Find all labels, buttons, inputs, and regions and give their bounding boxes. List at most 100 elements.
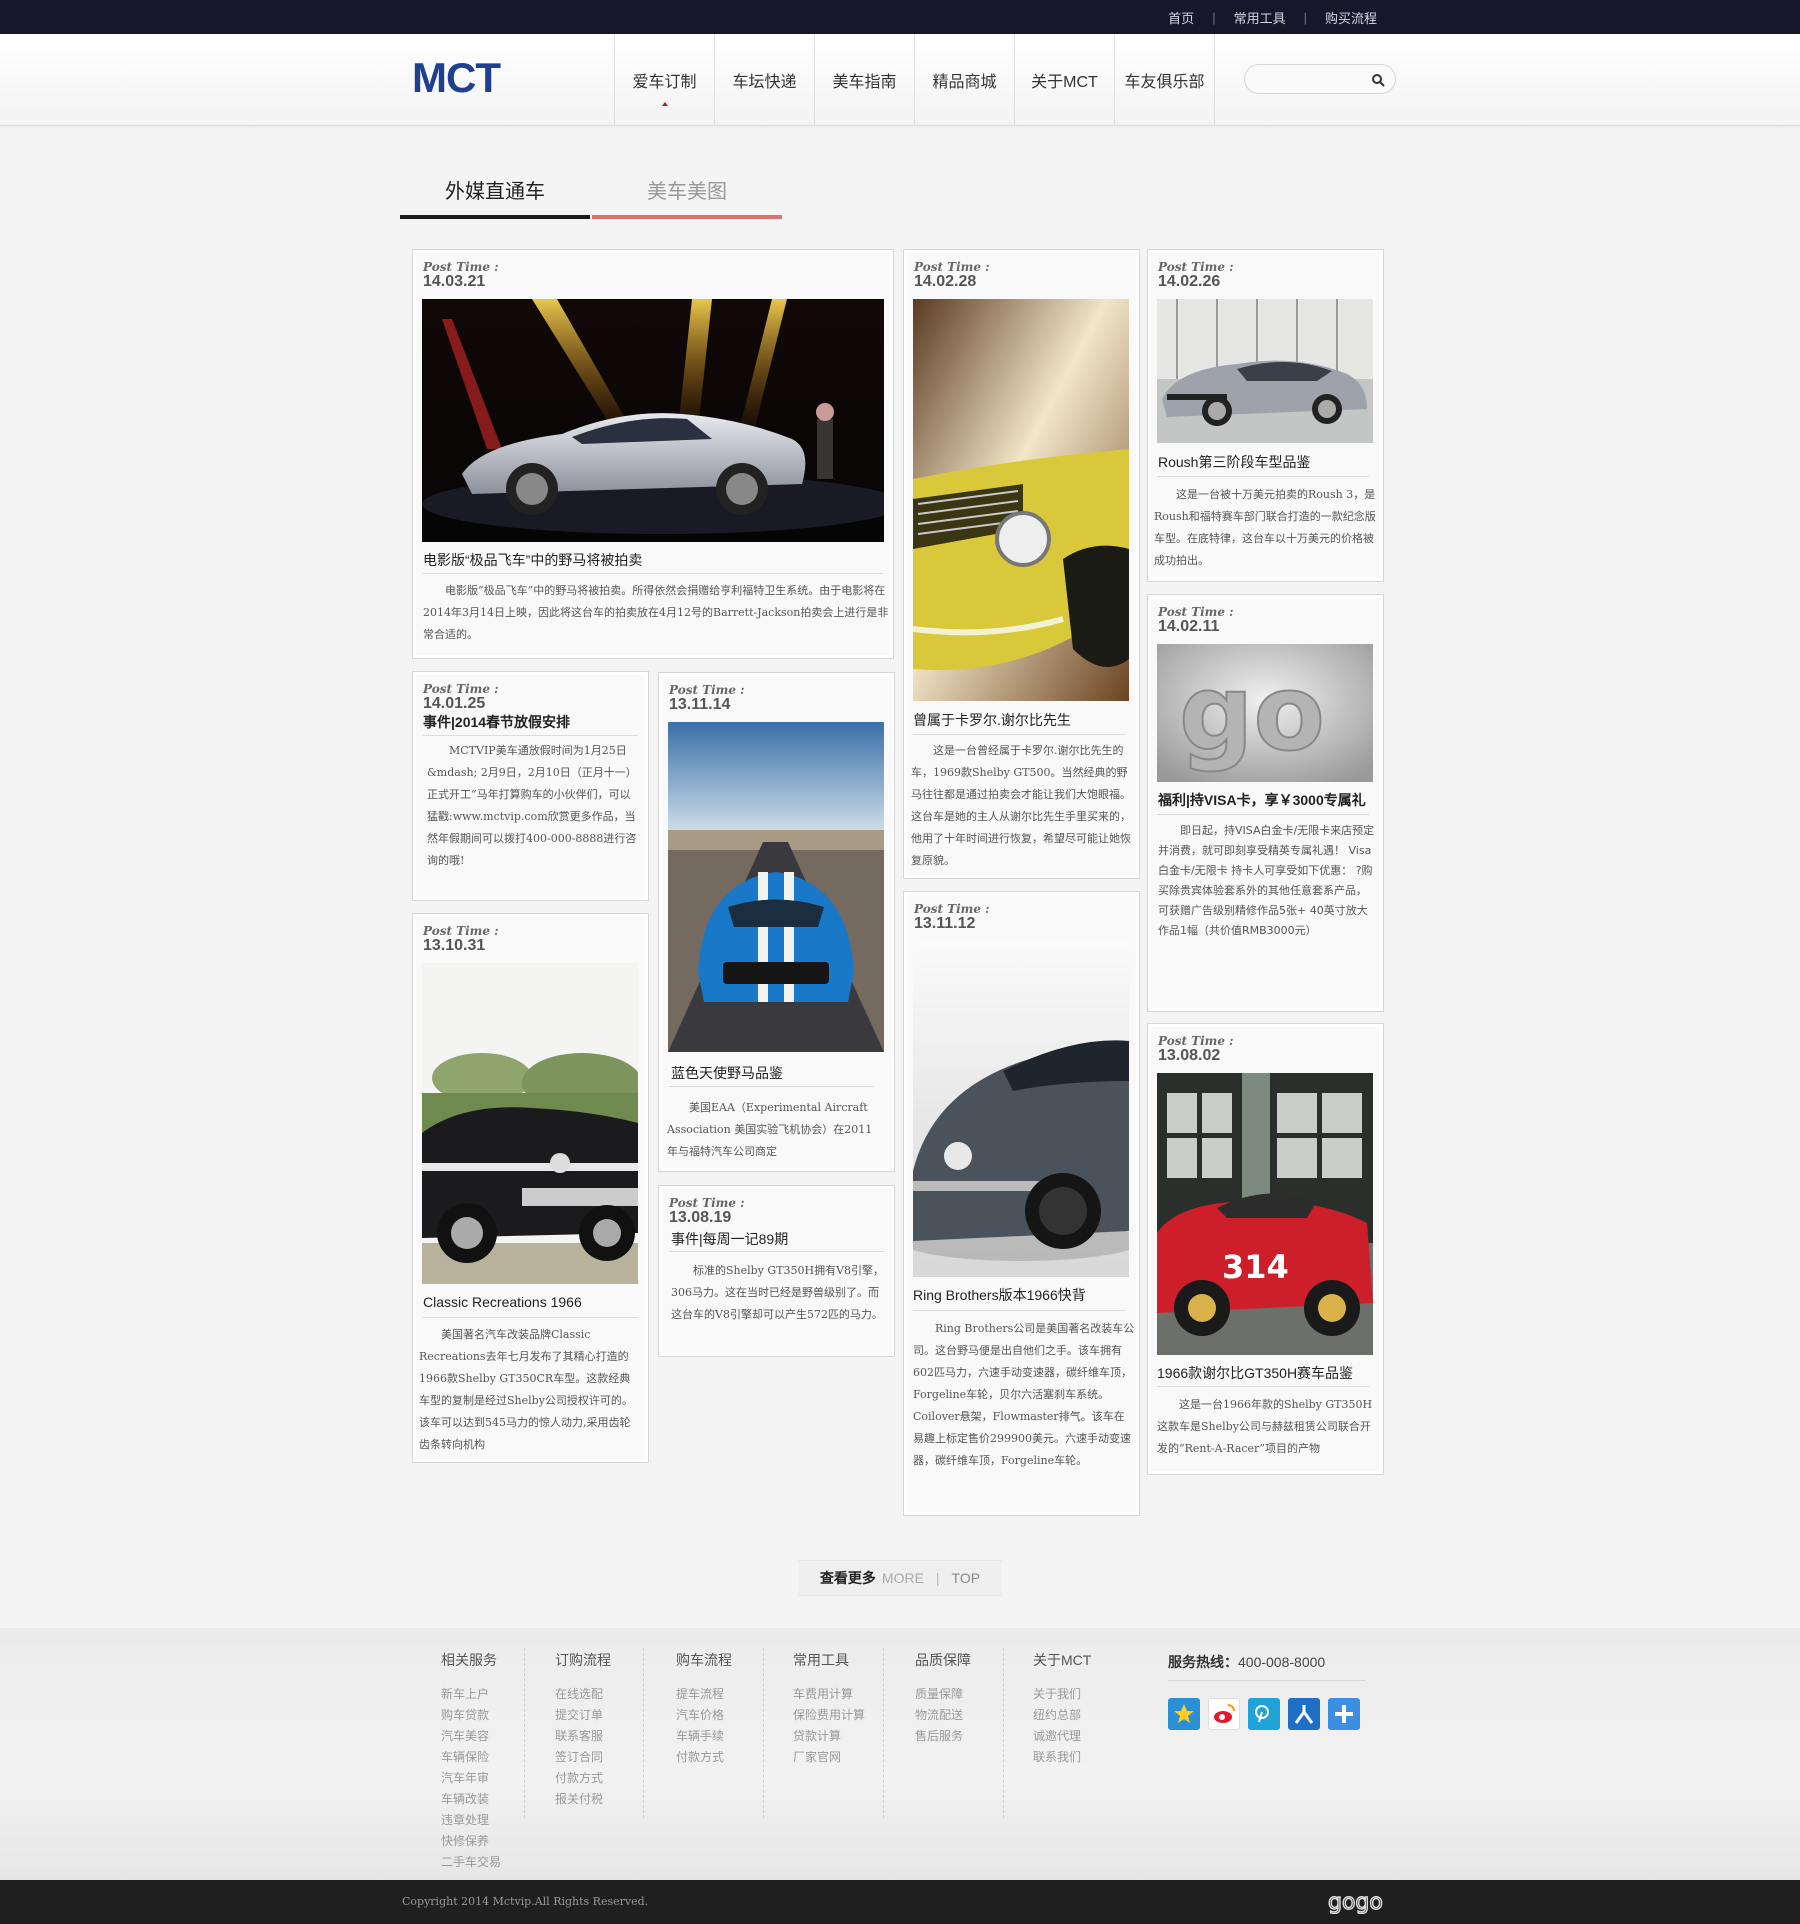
post-card[interactable]: Post Time : 13.10.31 Classic Recreations… [412,913,649,1463]
qzone-icon[interactable] [1168,1698,1200,1730]
footer-link[interactable]: 提车流程 [676,1684,732,1705]
share-plus-icon[interactable] [1328,1698,1360,1730]
post-image[interactable]: go [1157,644,1373,782]
post-time-label: Post Time : [423,924,499,938]
divider [423,1317,638,1318]
post-time-label: Post Time : [669,1196,745,1210]
post-title[interactable]: 1966款谢尔比GT350H赛车品鉴 [1157,1363,1353,1383]
footer-link[interactable]: 汽车价格 [676,1705,732,1726]
divider [1168,1680,1366,1681]
footer-link[interactable]: 付款方式 [555,1768,611,1789]
post-title[interactable]: 事件|每周一记89期 [671,1229,788,1249]
post-card[interactable]: Post Time : 13.11.14 蓝色天使野马品鉴 美国EAA（Expe… [658,672,895,1172]
footer-link[interactable]: 新车上户 [441,1684,501,1705]
divider [423,573,883,574]
footer-link[interactable]: 联系我们 [1033,1747,1091,1768]
divider [1157,1386,1369,1387]
footer-link[interactable]: 物流配送 [915,1705,971,1726]
footer-link[interactable]: 关于我们 [1033,1684,1091,1705]
post-date: 14.02.28 [914,273,977,290]
footer-link[interactable]: 快修保养 [441,1831,501,1852]
back-to-top-button[interactable]: TOP [952,1570,981,1586]
search-icon[interactable] [1371,73,1385,87]
nav-item-club[interactable]: 车友俱乐部 [1115,34,1215,126]
post-title[interactable]: Roush第三阶段车型品鉴 [1158,452,1310,472]
footer-link[interactable]: 纽约总部 [1033,1705,1091,1726]
post-title[interactable]: 蓝色天使野马品鉴 [671,1063,783,1083]
footer-col-heading: 品质保障 [915,1652,971,1668]
post-title[interactable]: Classic Recreations 1966 [423,1294,582,1310]
renren-icon[interactable] [1288,1698,1320,1730]
footer-link[interactable]: 二手车交易 [441,1852,501,1873]
post-image[interactable] [422,963,638,1284]
footer-link[interactable]: 保险费用计算 [793,1705,865,1726]
post-image[interactable] [913,299,1129,701]
tab-foreign-media[interactable]: 外媒直通车 [400,165,590,219]
nav-item-about[interactable]: 关于MCT [1015,34,1115,126]
site-logo[interactable]: MCT [412,54,501,102]
post-image[interactable] [422,299,884,542]
service-hotline: 服务热线：400-008-8000 [1168,1652,1368,1672]
post-image[interactable] [1157,299,1373,443]
post-description: 电影版“极品飞车”中的野马将被拍卖。所得依然会捐赠给亨利福特卫生系统。由于电影将… [423,584,889,641]
footer-link[interactable]: 车辆保险 [441,1747,501,1768]
post-card[interactable]: Post Time : 14.01.25 事件|2014春节放假安排 MCTVI… [412,671,649,901]
post-image[interactable]: 314 [1157,1073,1373,1355]
post-card[interactable]: Post Time : 14.02.28 曾属于卡罗尔.谢尔比先生 这是一台曾经… [903,249,1140,879]
weibo-icon[interactable] [1208,1698,1240,1730]
footer-link[interactable]: 厂家官网 [793,1747,865,1768]
load-more-button[interactable]: 查看更多 [820,1568,876,1588]
search-input[interactable] [1257,70,1367,88]
post-image[interactable] [913,941,1129,1277]
load-more-en[interactable]: MORE [882,1570,924,1586]
top-link-tools[interactable]: 常用工具 [1216,8,1304,27]
footer-col-heading: 关于MCT [1033,1652,1092,1668]
post-title[interactable]: Ring Brothers版本1966快背 [913,1285,1086,1305]
footer-link[interactable]: 车辆改装 [441,1789,501,1810]
footer-link[interactable]: 汽车年审 [441,1768,501,1789]
footer-link[interactable]: 车费用计算 [793,1684,865,1705]
footer-link[interactable]: 付款方式 [676,1747,732,1768]
tab-car-gallery[interactable]: 美车美图 [592,165,782,219]
post-title[interactable]: 事件|2014春节放假安排 [423,712,570,732]
top-link-purchase[interactable]: 购买流程 [1307,8,1395,27]
copyright: Copyright 2014 Mctvip.All Rights Reserve… [402,1895,649,1908]
post-title[interactable]: 曾属于卡罗尔.谢尔比先生 [913,710,1071,730]
footer-link[interactable]: 联系客服 [555,1726,611,1747]
nav-item-mall[interactable]: 精品商城 [915,34,1015,126]
footer-link[interactable]: 违章处理 [441,1810,501,1831]
post-title[interactable]: 福利|持VISA卡，享￥3000专属礼 [1158,790,1366,810]
nav-item-guide[interactable]: 美车指南 [815,34,915,126]
footer-link[interactable]: 贷款计算 [793,1726,865,1747]
post-card[interactable]: Post Time : 14.02.26 Roush第三阶段车型品鉴 这是一台被… [1147,249,1384,582]
footer-link[interactable]: 诚邀代理 [1033,1726,1091,1747]
post-card[interactable]: Post Time : 14.03.21 电影版“极品飞车”中的野马将被拍卖 电… [412,249,894,659]
post-card[interactable]: Post Time : 13.11.12 Ring Brothers版本1966… [903,891,1140,1516]
footer-link[interactable]: 在线选配 [555,1684,611,1705]
post-date: 14.02.26 [1158,273,1221,290]
post-time-label: Post Time : [1158,605,1234,619]
nav-item-custom[interactable]: 爱车订制 [615,34,715,126]
post-card[interactable]: Post Time : 14.02.11 go 福利|持VISA卡，享￥3000… [1147,594,1384,1012]
post-description: MCTVIP美车通放假时间为1月25日&mdash; 2月9日，2月10日（正月… [427,744,637,867]
footer-link[interactable]: 车辆手续 [676,1726,732,1747]
tencent-weibo-icon[interactable] [1248,1698,1280,1730]
post-title[interactable]: 电影版“极品飞车”中的野马将被拍卖 [423,550,642,570]
footer-link[interactable]: 报关付税 [555,1789,611,1810]
footer-divider [883,1648,884,1818]
hotline-number[interactable]: 400-008-8000 [1238,1654,1325,1670]
bottom-bar: Copyright 2014 Mctvip.All Rights Reserve… [0,1880,1800,1924]
footer-link[interactable]: 汽车美容 [441,1726,501,1747]
post-card[interactable]: Post Time : 13.08.02 314 1966款谢尔比GT350H赛… [1147,1023,1384,1475]
footer-divider [1003,1648,1004,1818]
footer-link[interactable]: 签订合同 [555,1747,611,1768]
footer-link[interactable]: 提交订单 [555,1705,611,1726]
post-image[interactable] [668,722,884,1052]
footer-link[interactable]: 售后服务 [915,1726,971,1747]
footer-link[interactable]: 购车贷款 [441,1705,501,1726]
post-card[interactable]: Post Time : 13.08.19 事件|每周一记89期 标准的Shelb… [658,1185,895,1357]
top-link-home[interactable]: 首页 [1150,8,1212,27]
post-description: 美国著名汽车改装品牌Classic Recreations去年七月发布了其精心打… [419,1328,633,1451]
footer-link[interactable]: 质量保障 [915,1684,971,1705]
nav-item-express[interactable]: 车坛快递 [715,34,815,126]
